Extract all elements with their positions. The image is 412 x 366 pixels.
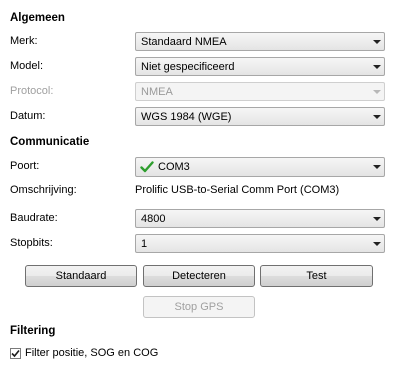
merk-value: Standaard NMEA xyxy=(141,35,227,48)
datum-value: WGS 1984 (WGE) xyxy=(141,110,232,123)
protocol-label: Protocol: xyxy=(10,85,54,97)
poort-value: COM3 xyxy=(158,161,190,173)
baudrate-dropdown[interactable]: 4800 xyxy=(135,209,385,228)
stop-gps-button: Stop GPS xyxy=(143,296,255,318)
datum-label: Datum: xyxy=(10,110,46,122)
poort-dropdown[interactable]: COM3 xyxy=(135,157,385,177)
detecteren-button[interactable]: Detecteren xyxy=(143,265,255,287)
checkmark-icon xyxy=(11,349,20,357)
filter-checkbox[interactable] xyxy=(10,347,21,359)
filter-checkbox-label: Filter positie, SOG en COG xyxy=(25,347,159,359)
section-title-filtering: Filtering xyxy=(10,325,56,337)
chevron-down-icon[interactable] xyxy=(370,64,384,69)
check-icon xyxy=(140,161,154,173)
model-label: Model: xyxy=(10,60,44,72)
baudrate-value: 4800 xyxy=(141,212,166,225)
section-title-algemeen: Algemeen xyxy=(10,12,65,24)
merk-dropdown[interactable]: Standaard NMEA xyxy=(135,32,385,51)
stopbits-value: 1 xyxy=(141,237,148,250)
chevron-down-icon[interactable] xyxy=(370,165,384,169)
merk-label: Merk: xyxy=(10,35,38,47)
omschrijving-value: Prolific USB-to-Serial Comm Port (COM3) xyxy=(135,184,340,196)
filter-checkbox-row[interactable]: Filter positie, SOG en COG xyxy=(10,347,158,359)
protocol-value: NMEA xyxy=(141,85,173,98)
datum-dropdown[interactable]: WGS 1984 (WGE) xyxy=(135,107,385,126)
chevron-down-icon xyxy=(370,89,384,94)
chevron-down-icon[interactable] xyxy=(370,39,384,44)
section-title-communicatie: Communicatie xyxy=(10,136,90,148)
protocol-dropdown: NMEA xyxy=(135,82,385,101)
baudrate-label: Baudrate: xyxy=(10,212,58,224)
model-value: Niet gespecificeerd xyxy=(141,60,235,73)
chevron-down-icon[interactable] xyxy=(370,216,384,221)
stopbits-label: Stopbits: xyxy=(10,237,53,249)
chevron-down-icon[interactable] xyxy=(370,114,384,119)
omschrijving-label: Omschrijving: xyxy=(10,184,77,196)
test-button[interactable]: Test xyxy=(260,265,373,287)
standaard-button[interactable]: Standaard xyxy=(25,265,137,287)
poort-label: Poort: xyxy=(10,160,40,172)
chevron-down-icon[interactable] xyxy=(370,241,384,246)
model-dropdown[interactable]: Niet gespecificeerd xyxy=(135,57,385,76)
stopbits-dropdown[interactable]: 1 xyxy=(135,234,385,253)
